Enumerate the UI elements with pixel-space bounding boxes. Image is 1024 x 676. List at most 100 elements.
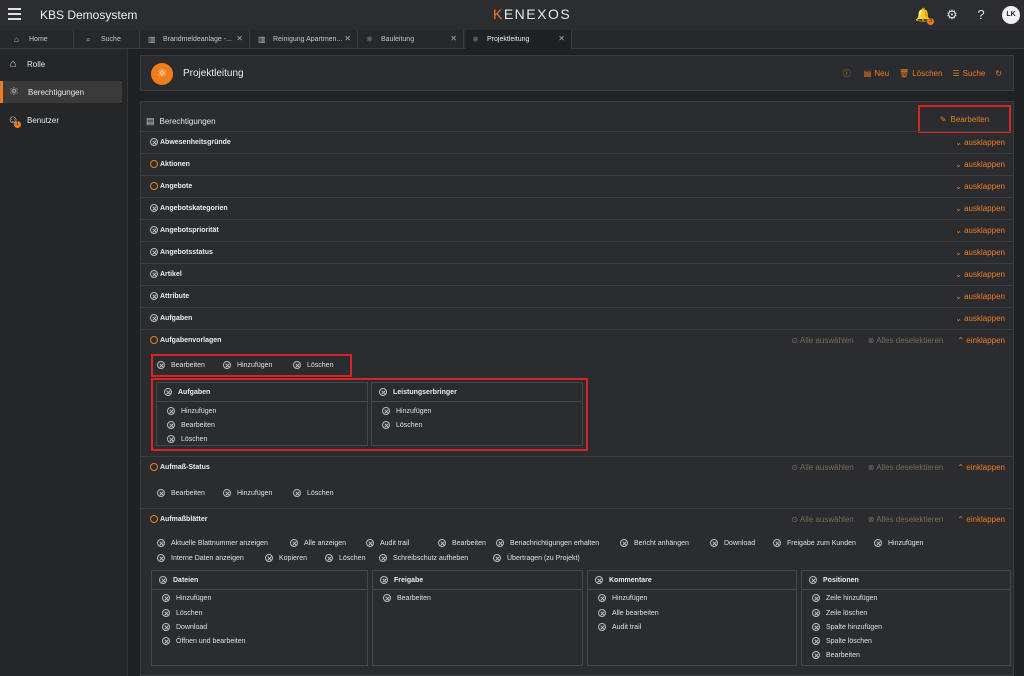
permission-toggle[interactable]: Löschen	[293, 361, 333, 369]
sidebar-badge: 1	[14, 121, 21, 128]
tab-home[interactable]: ⌂ Home	[8, 30, 74, 49]
permission-toggle[interactable]: Bericht anhängen	[620, 539, 689, 547]
expand-button[interactable]: ⌄ ausklappen	[955, 204, 1005, 213]
close-icon[interactable]: ✕	[450, 34, 457, 43]
permission-toggle[interactable]: Löschen	[325, 554, 365, 562]
permission-toggle[interactable]: Download	[162, 623, 207, 631]
tab-brandmeldeanlage[interactable]: ▥ Brandmeldeanlage -... ✕	[142, 30, 250, 49]
building-icon: ▥	[148, 34, 156, 44]
permission-toggle[interactable]: Löschen	[167, 435, 207, 443]
expand-button[interactable]: ⌄ ausklappen	[955, 292, 1005, 301]
close-icon[interactable]: ✕	[344, 34, 351, 43]
permission-toggle[interactable]: Hinzufügen	[223, 361, 272, 369]
sidebar-item-rolle[interactable]: ⌂ Rolle	[0, 53, 122, 75]
search-button[interactable]: ☰ Suche	[952, 69, 985, 78]
permission-toggle[interactable]: Hinzufügen	[382, 407, 431, 415]
sidebar-item-benutzer[interactable]: ☺ 1 Benutzer	[0, 109, 122, 131]
expand-button[interactable]: ⌄ ausklappen	[955, 138, 1005, 147]
menu-icon[interactable]	[8, 8, 21, 20]
permission-toggle[interactable]: Öffnen und bearbeiten	[162, 637, 246, 645]
permission-toggle[interactable]: Löschen	[162, 609, 202, 617]
info-button[interactable]: ⓘ	[843, 68, 854, 79]
expand-button[interactable]: ⌄ ausklappen	[955, 248, 1005, 257]
select-all-button[interactable]: ⊙ Alle auswählen	[791, 336, 853, 345]
permission-toggle[interactable]: Zeile löschen	[812, 609, 867, 617]
permission-toggle[interactable]: Audit trail	[366, 539, 409, 547]
permission-toggle[interactable]: Löschen	[382, 421, 422, 429]
permission-toggle[interactable]: Hinzufügen	[874, 539, 923, 547]
tab-reinigung[interactable]: ▥ Reinigung Apartmen... ✕	[252, 30, 358, 49]
close-icon[interactable]: ✕	[558, 34, 565, 43]
tab-suche[interactable]: ⌕ Suche	[80, 30, 140, 49]
permission-toggle[interactable]: Zeile hinzufügen	[812, 594, 877, 602]
atom-icon: ⚛	[472, 34, 480, 44]
x-icon	[598, 594, 606, 602]
permission-toggle[interactable]: Kopieren	[265, 554, 307, 562]
refresh-icon: ↻	[995, 69, 1002, 78]
tab-bauleitung[interactable]: ⚛ Bauleitung ✕	[360, 30, 464, 49]
permission-toggle[interactable]: Audit trail	[598, 623, 641, 631]
permission-toggle[interactable]: Spalte löschen	[812, 637, 872, 645]
deselect-all-button[interactable]: ⊗ Alles deselektieren	[868, 463, 944, 472]
delete-button[interactable]: 🗑 Löschen	[899, 69, 942, 78]
permission-toggle[interactable]: Bearbeiten	[438, 539, 486, 547]
permission-row[interactable]: Angebote ⌄ ausklappen	[141, 175, 1013, 197]
permission-toggle[interactable]: Hinzufügen	[167, 407, 216, 415]
permission-row-expanded: Aufmaßblätter ⊙ Alle auswählen ⊗ Alles de…	[141, 508, 1013, 676]
permission-toggle[interactable]: Hinzufügen	[223, 489, 272, 497]
permission-toggle[interactable]: Bearbeiten	[157, 361, 205, 369]
permission-toggle[interactable]: Spalte hinzufügen	[812, 623, 882, 631]
permission-row[interactable]: Artikel ⌄ ausklappen	[141, 263, 1013, 285]
permission-toggle[interactable]: Hinzufügen	[598, 594, 647, 602]
permission-row[interactable]: Angebotspriorität ⌄ ausklappen	[141, 219, 1013, 241]
new-button[interactable]: ▤ Neu	[864, 69, 889, 78]
expand-button[interactable]: ⌄ ausklappen	[955, 314, 1005, 323]
permission-toggle[interactable]: Freigabe zum Kunden	[773, 539, 856, 547]
permission-row[interactable]: Attribute ⌄ ausklappen	[141, 285, 1013, 307]
gear-icon[interactable]: ⚙	[944, 7, 960, 23]
expand-button[interactable]: ⌄ ausklappen	[955, 160, 1005, 169]
permission-toggle[interactable]: Interne Daten anzeigen	[157, 554, 244, 562]
permission-toggle[interactable]: Übertragen (zu Projekt)	[493, 554, 580, 562]
select-all-button[interactable]: ⊙ Alle auswählen	[791, 463, 853, 472]
avatar[interactable]: LK	[1002, 6, 1020, 24]
x-icon	[812, 651, 820, 659]
permission-row[interactable]: Angebotskategorien ⌄ ausklappen	[141, 197, 1013, 219]
edit-button[interactable]: ✎ Bearbeiten	[918, 105, 1011, 133]
help-icon[interactable]: ?	[973, 7, 989, 23]
permission-toggle[interactable]: Bearbeiten	[812, 651, 860, 659]
collapse-button[interactable]: ⌃ einklappen	[957, 515, 1005, 524]
close-icon[interactable]: ✕	[236, 34, 243, 43]
permission-toggle[interactable]: Hinzufügen	[162, 594, 211, 602]
deselect-all-button[interactable]: ⊗ Alles deselektieren	[868, 336, 944, 345]
permission-toggle[interactable]: Alle bearbeiten	[598, 609, 659, 617]
permission-toggle[interactable]: Bearbeiten	[167, 421, 215, 429]
expand-button[interactable]: ⌄ ausklappen	[955, 270, 1005, 279]
select-all-button[interactable]: ⊙ Alle auswählen	[791, 515, 853, 524]
expand-button[interactable]: ⌄ ausklappen	[955, 182, 1005, 191]
x-icon	[598, 623, 606, 631]
permission-toggle[interactable]: Benachrichtigungen erhalten	[496, 539, 599, 547]
sub-permission-panel: Aufgaben Hinzufügen Bearbeiten Löschen	[156, 382, 368, 446]
permission-toggle[interactable]: Download	[710, 539, 755, 547]
expand-button[interactable]: ⌄ ausklappen	[955, 226, 1005, 235]
permission-toggle[interactable]: Alle anzeigen	[290, 539, 346, 547]
tab-projektleitung[interactable]: ⚛ Projektleitung ✕	[466, 30, 572, 49]
permission-toggle[interactable]: Bearbeiten	[157, 489, 205, 497]
refresh-button[interactable]: ↻	[995, 69, 1005, 78]
sidebar-item-berechtigungen[interactable]: ⚛ Berechtigungen	[0, 81, 122, 103]
bell-icon[interactable]: 🔔 3	[915, 7, 934, 25]
permission-toggle[interactable]: Schreibschutz aufheben	[379, 554, 468, 562]
permission-row[interactable]: Angebotsstatus ⌄ ausklappen	[141, 241, 1013, 263]
permission-toggle[interactable]: Aktuelle Blattnummer anzeigen	[157, 539, 268, 547]
collapse-button[interactable]: ⌃ einklappen	[957, 463, 1005, 472]
collapse-button[interactable]: ⌃ einklappen	[957, 336, 1005, 345]
permission-toggle[interactable]: Löschen	[293, 489, 333, 497]
permission-row[interactable]: Aufgaben ⌄ ausklappen	[141, 307, 1013, 329]
home-icon: ⌂	[9, 58, 17, 70]
permission-row[interactable]: Abwesenheitsgründe ⌄ ausklappen	[141, 131, 1013, 153]
permission-toggle[interactable]: Bearbeiten	[383, 594, 431, 602]
permission-row[interactable]: Aktionen ⌄ ausklappen	[141, 153, 1013, 175]
deselect-all-button[interactable]: ⊗ Alles deselektieren	[868, 515, 944, 524]
x-icon	[167, 421, 175, 429]
